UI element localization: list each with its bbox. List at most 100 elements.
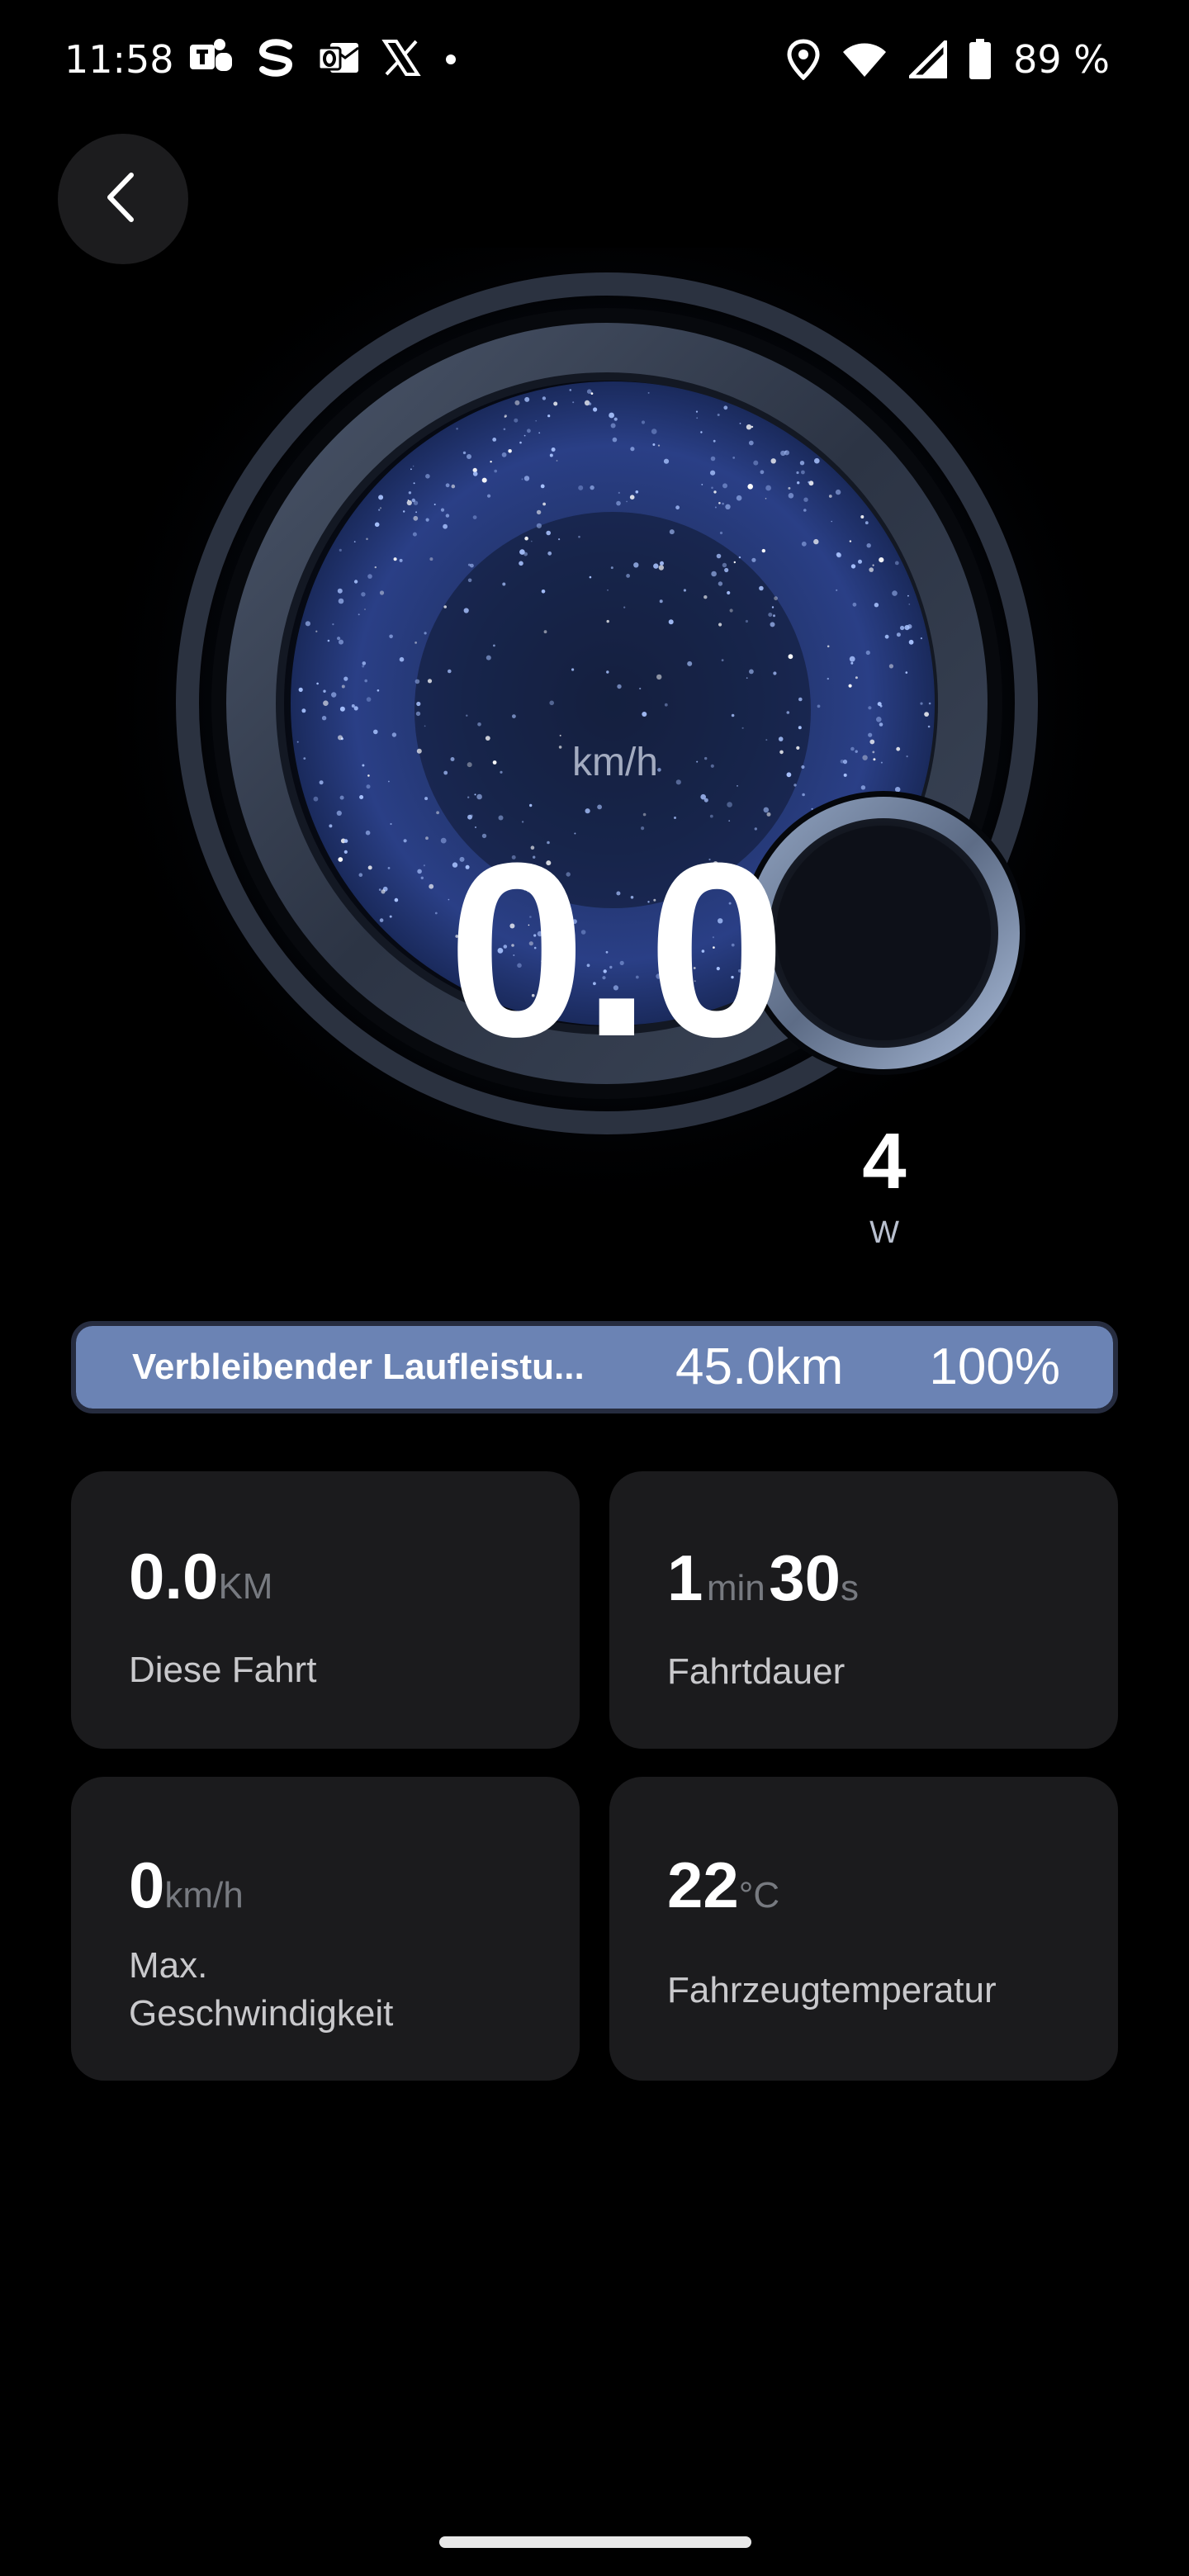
status-time: 11:58 [64, 37, 174, 82]
dial-star [801, 470, 805, 475]
range-distance: 45.0km [675, 1338, 844, 1395]
dial-star [448, 669, 452, 674]
dial-star [319, 780, 324, 785]
dial-star [927, 725, 931, 728]
dial-star [590, 485, 594, 490]
dial-star [696, 417, 699, 419]
dial-star [541, 590, 546, 594]
dial-star [721, 659, 724, 661]
dial-star [362, 665, 365, 668]
dial-star [660, 561, 664, 566]
dial-star [353, 541, 356, 542]
dial-star [773, 671, 777, 675]
dial-star [896, 746, 901, 751]
dial-star [768, 613, 773, 617]
dial-star [512, 714, 516, 718]
back-button[interactable] [58, 134, 188, 264]
dial-star [850, 564, 856, 569]
dial-star [305, 621, 310, 627]
dial-star [316, 682, 319, 685]
dial-star [629, 495, 635, 500]
dial-star [710, 470, 716, 476]
speed-value: 0.0 [448, 811, 785, 1088]
dial-star [399, 656, 405, 662]
dial-star [493, 644, 495, 647]
max-speed-label: Max. Geschwindigkeit [129, 1942, 542, 2038]
dial-star [852, 602, 857, 607]
dial-star [747, 484, 753, 490]
dial-star [429, 557, 433, 561]
duration-seconds: 30 [769, 1541, 841, 1614]
duration-min-unit: min [706, 1568, 765, 1608]
dial-star [389, 634, 393, 639]
dial-star [353, 580, 358, 584]
dial-star [774, 596, 778, 601]
dial-star [540, 484, 545, 489]
dial-star [836, 552, 841, 558]
dial-star [536, 523, 542, 528]
dial-star [722, 502, 724, 505]
dial-star [717, 414, 720, 416]
dial-star [722, 483, 727, 489]
dot-icon [443, 38, 459, 78]
dial-star [831, 520, 832, 523]
dial-star [751, 425, 754, 429]
dial-star [559, 734, 561, 736]
dial-star [858, 559, 862, 564]
dial-star [379, 507, 382, 509]
trip-duration-card: 1 min 30s Fahrtdauer [609, 1471, 1118, 1749]
dial-star [467, 454, 471, 459]
dial-star [907, 594, 909, 597]
dial-star [412, 532, 417, 537]
dial-star [770, 622, 775, 627]
dial-star [749, 669, 754, 675]
notification-icons [188, 38, 459, 78]
trip-distance-value: 0.0 [129, 1540, 219, 1612]
dial-star [467, 563, 471, 566]
dial-star [549, 453, 553, 457]
dial-star [738, 556, 741, 559]
dial-star [895, 787, 901, 793]
dial-star [503, 428, 506, 431]
dial-star [332, 623, 334, 626]
dial-star [337, 588, 343, 594]
dial-star [855, 750, 858, 753]
dial-star [801, 541, 807, 547]
dial-star [535, 419, 537, 422]
dial-star [716, 553, 722, 559]
dial-star [443, 523, 448, 529]
dial-star [803, 497, 808, 502]
dial-star [725, 504, 731, 509]
home-indicator[interactable] [439, 2536, 751, 2548]
dial-star [416, 748, 422, 754]
dial-star [521, 478, 523, 481]
dial-star [336, 810, 342, 817]
dial-star [514, 400, 520, 405]
dial-star [413, 500, 419, 505]
teams-icon [188, 38, 234, 78]
dial-star [606, 670, 609, 674]
dial-star [494, 469, 497, 473]
dial-star [549, 700, 554, 706]
dial-star [472, 471, 478, 476]
dial-star [813, 538, 819, 545]
dial-star [451, 484, 456, 489]
temperature-card: 22°C Fahrzeugtemperatur [609, 1777, 1118, 2081]
dial-star [467, 578, 472, 583]
range-percent: 100% [929, 1338, 1060, 1395]
dial-star [367, 574, 372, 579]
trip-duration-label: Fahrtdauer [667, 1651, 846, 1692]
dial-star [399, 558, 403, 562]
dial-star [760, 470, 765, 475]
dial-star [546, 530, 551, 536]
dial-star [303, 757, 306, 760]
dial-star [862, 755, 868, 760]
duration-minutes: 1 [667, 1541, 703, 1614]
chevron-left-icon [98, 168, 148, 230]
dial-star [848, 684, 852, 688]
max-speed-card: 0km/h Max. Geschwindigkeit [71, 1777, 580, 2081]
dial-star [641, 420, 646, 424]
dial-star [849, 656, 855, 662]
dial-star [578, 485, 584, 490]
max-speed-unit: km/h [164, 1875, 244, 1915]
